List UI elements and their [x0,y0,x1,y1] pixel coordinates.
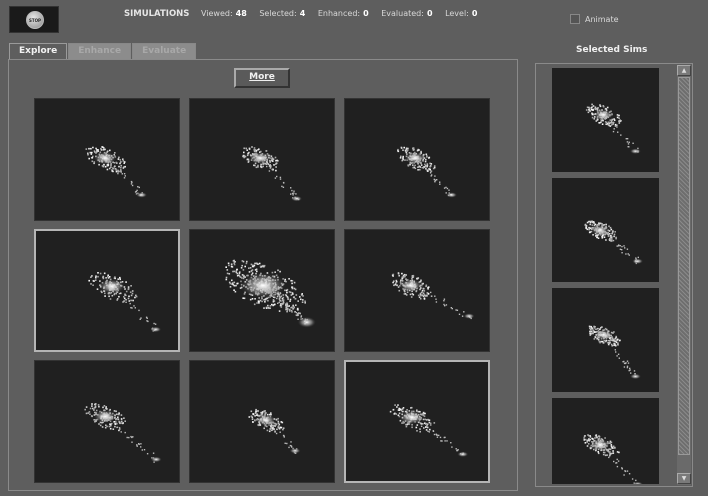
more-button[interactable]: More [234,68,290,88]
simulation-thumbnail[interactable] [344,360,490,483]
simulation-thumbnail[interactable] [34,229,180,352]
scrollbar[interactable]: ▲ ▼ [677,65,691,485]
tab-bar: Explore Enhance Evaluate [9,43,197,59]
explore-panel: More [8,59,518,491]
animate-checkbox[interactable] [570,14,580,24]
simulations-title: SIMULATIONS [124,9,190,19]
selected-sim-thumbnail[interactable] [552,288,659,392]
scroll-down-icon[interactable]: ▼ [677,473,691,484]
simulation-thumbnail[interactable] [189,98,335,221]
viewed-label: Viewed: [200,9,233,18]
simulation-thumbnail[interactable] [189,360,335,483]
enhanced-label: Enhanced: [317,9,361,18]
simulation-thumbnail[interactable] [344,229,490,352]
simulation-thumbnail[interactable] [34,98,180,221]
level-value: 0 [471,9,478,18]
selected-sim-thumbnail[interactable] [552,68,659,172]
evaluated-count: 0 [426,9,433,18]
selected-label: Selected: [259,9,297,18]
enhanced-count: 0 [363,9,369,18]
tab-enhance[interactable]: Enhance [68,43,132,59]
tab-evaluate[interactable]: Evaluate [132,43,197,59]
scroll-up-icon[interactable]: ▲ [677,65,691,76]
animate-label: Animate [585,14,619,24]
selected-count: 4 [299,9,306,18]
selected-sims-panel: ▲ ▼ [535,63,693,487]
stop-button[interactable]: STOP [9,6,59,33]
scroll-thumb[interactable] [678,77,690,455]
simulation-thumbnail[interactable] [344,98,490,221]
tab-explore[interactable]: Explore [9,43,68,59]
level-label: Level: [445,9,469,18]
selected-sim-thumbnail[interactable] [552,398,659,484]
status-bar: SIMULATIONS Viewed: 48 Selected: 4 Enhance… [124,9,487,19]
selected-sim-thumbnail[interactable] [552,178,659,282]
evaluated-label: Evaluated: [381,9,424,18]
simulation-thumbnail[interactable] [189,229,335,352]
viewed-count: 48 [235,9,247,18]
selected-sims-title: Selected Sims [576,45,648,55]
stop-icon: STOP [26,11,44,29]
animate-toggle[interactable]: Animate [570,14,619,24]
simulation-thumbnail[interactable] [34,360,180,483]
